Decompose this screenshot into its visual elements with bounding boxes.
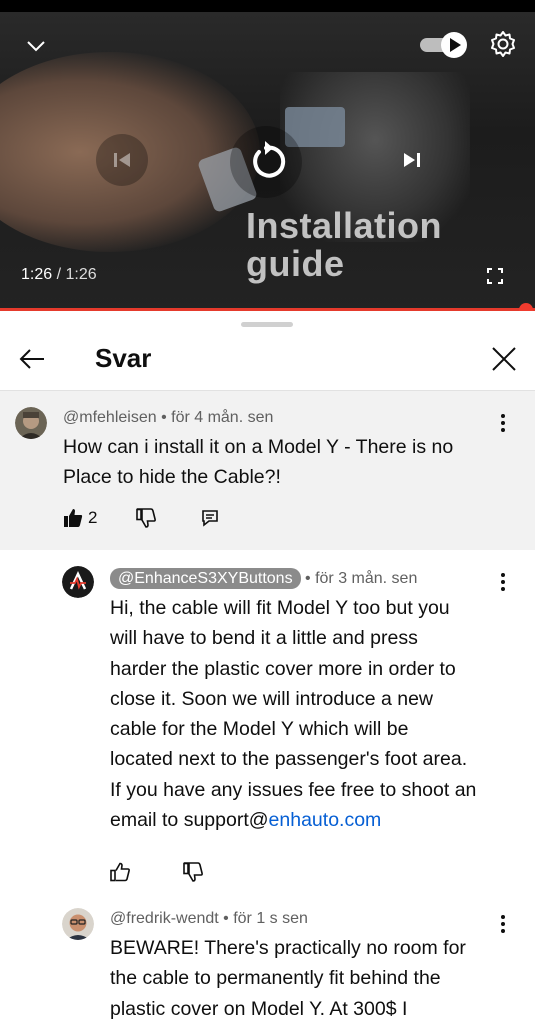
comment-text-line: If you have any issues fee free to shoot… xyxy=(110,778,477,801)
comment-text-line: cable for the Model Y which will be xyxy=(110,718,409,741)
panel-title: Svar xyxy=(95,343,152,373)
comment-text: Hi, the cable will fit Model Y too but y… xyxy=(110,593,476,835)
time-display: 1:26 / 1:26 xyxy=(21,266,97,284)
more-vert-icon[interactable] xyxy=(495,412,511,434)
comment-text-line: close it. Soon we will introduce a new xyxy=(110,687,433,710)
fullscreen-icon[interactable] xyxy=(485,266,505,286)
like-count: 2 xyxy=(88,508,98,527)
comment-text-line: email to support@enhauto.com xyxy=(110,805,476,835)
replies-panel: Svar @mfehleisen • för 4 mån. sen How ca… xyxy=(0,311,535,1024)
comment-author[interactable]: @fredrik-wendt xyxy=(110,910,219,927)
comment-meta: @EnhanceS3XYButtons • för 3 mån. sen xyxy=(110,568,417,589)
reply-button[interactable] xyxy=(201,509,219,527)
more-vert-icon[interactable] xyxy=(495,913,511,935)
panel-header: Svar xyxy=(0,329,535,391)
creator-author-chip[interactable]: @EnhanceS3XYButtons xyxy=(110,568,301,589)
next-icon[interactable] xyxy=(386,134,438,186)
gear-icon[interactable] xyxy=(489,30,517,58)
avatar[interactable] xyxy=(62,566,94,598)
reply-item: @fredrik-wendt • för 1 s sen BEWARE! The… xyxy=(0,888,535,1024)
comment-time: • för 3 mån. sen xyxy=(300,570,418,587)
thumb-down-icon xyxy=(183,862,203,882)
comment-text-line: BEWARE! There's practically no room for xyxy=(110,937,466,959)
comment-time: • för 1 s sen xyxy=(218,910,308,927)
more-vert-icon[interactable] xyxy=(495,571,511,593)
reply-item: @EnhanceS3XYButtons • för 3 mån. sen Hi,… xyxy=(0,550,535,888)
replay-icon[interactable] xyxy=(230,126,302,198)
comment-text-line: harder the plastic cover more in order t… xyxy=(110,657,456,680)
video-player[interactable]: Installation guide 1:26 / 1:26 xyxy=(0,0,535,311)
comment-text-line: Hi, the cable will fit Model Y too but y… xyxy=(110,597,450,619)
time-current: 1:26 xyxy=(21,266,53,283)
comment-text-line: will have to bend it a little and press xyxy=(110,627,418,650)
arrow-left-icon[interactable] xyxy=(16,343,48,375)
comment-text: How can i install it on a Model Y - Ther… xyxy=(63,432,453,493)
thumb-up-icon xyxy=(64,509,83,527)
autoplay-toggle-icon[interactable] xyxy=(418,30,470,60)
status-bar xyxy=(0,0,535,12)
thumb-up-icon xyxy=(110,862,130,882)
thumb-down-icon xyxy=(136,508,156,528)
time-total: 1:26 xyxy=(65,266,97,283)
comment-time: • för 4 mån. sen xyxy=(156,409,274,426)
comment-meta: @fredrik-wendt • för 1 s sen xyxy=(110,910,308,928)
close-icon[interactable] xyxy=(488,343,520,375)
comment-meta: @mfehleisen • för 4 mån. sen xyxy=(63,409,273,427)
parent-comment: @mfehleisen • för 4 mån. sen How can i i… xyxy=(0,391,535,550)
comment-text-line: the cable to permanently fit behind the xyxy=(110,967,441,990)
reply-icon xyxy=(202,510,218,527)
like-button[interactable]: 2 xyxy=(63,508,97,528)
time-separator: / xyxy=(52,266,66,283)
previous-icon[interactable] xyxy=(96,134,148,186)
comment-text-line: located next to the passenger's foot are… xyxy=(110,748,468,771)
drag-handle[interactable] xyxy=(241,322,293,327)
dislike-button[interactable] xyxy=(136,508,156,528)
avatar[interactable] xyxy=(62,908,94,940)
email-link[interactable]: enhauto.com xyxy=(269,809,382,831)
comment-text-prefix: email to support@ xyxy=(110,809,269,832)
comment-text: BEWARE! There's practically no room for … xyxy=(110,933,466,1024)
chevron-down-icon[interactable] xyxy=(20,30,52,62)
progress-scrubber[interactable] xyxy=(519,303,533,311)
like-button[interactable] xyxy=(110,862,130,882)
comment-text-line: Place to hide the Cable?! xyxy=(63,466,281,489)
dislike-button[interactable] xyxy=(183,862,203,882)
comment-text-line: How can i install it on a Model Y - Ther… xyxy=(63,436,454,458)
video-overlay-title: Installation guide xyxy=(246,205,443,284)
comment-text-line: plastic cover on Model Y. At 300$ I xyxy=(110,997,408,1020)
comment-author[interactable]: @mfehleisen xyxy=(63,409,157,426)
avatar[interactable] xyxy=(15,407,47,439)
